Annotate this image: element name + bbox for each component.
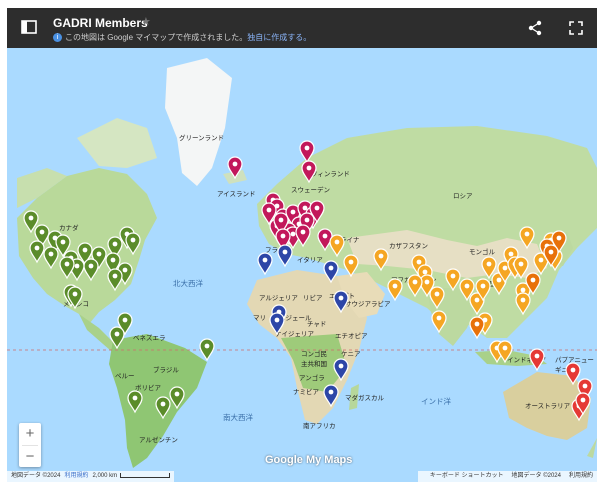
map-pin-orange[interactable]	[429, 286, 445, 310]
map-pin-red[interactable]	[565, 362, 581, 386]
terms-link[interactable]: 利用規約	[64, 473, 88, 479]
map-pin-green[interactable]	[107, 268, 123, 292]
zoom-control: + −	[19, 423, 41, 467]
map-subtitle: i この地図は Google マイマップで作成されました。独自に作成する。	[53, 32, 311, 43]
create-own-link[interactable]: 独自に作成する。	[247, 33, 311, 42]
map-pin-orange[interactable]	[329, 234, 345, 258]
scale-label: 2,000 km	[92, 473, 118, 479]
zoom-in-button[interactable]: +	[19, 423, 41, 445]
map-pin-deep_orange[interactable]	[469, 316, 485, 340]
map-pin-red[interactable]	[529, 348, 545, 372]
keyboard-shortcuts-link[interactable]: キーボード ショートカット	[430, 473, 504, 479]
map-pin-navy[interactable]	[269, 312, 285, 336]
map-pin-orange[interactable]	[373, 248, 389, 272]
terms-right-link[interactable]: 利用規約	[569, 473, 593, 479]
map-pin-orange[interactable]	[407, 274, 423, 298]
fullscreen-icon[interactable]	[569, 21, 583, 35]
map-pin-green[interactable]	[29, 240, 45, 264]
map-title: GADRI Members	[53, 16, 148, 30]
map-pin-green[interactable]	[109, 326, 125, 350]
map-pin-magenta[interactable]	[295, 224, 311, 248]
map-pin-magenta[interactable]	[301, 160, 317, 184]
scale-bar	[120, 472, 171, 478]
map-pin-navy[interactable]	[323, 260, 339, 284]
map-pin-navy[interactable]	[333, 290, 349, 314]
map-header: GADRI Members ★ i この地図は Google マイマップで作成され…	[7, 8, 597, 48]
map-pin-green[interactable]	[127, 390, 143, 414]
map-pin-orange[interactable]	[519, 226, 535, 250]
map-data-right-text: 地図データ ©2024	[511, 473, 561, 479]
map-frame[interactable]: グリーンランド アイスランド フィンランド スウェーデン ロシア カナダ カザフ…	[7, 8, 597, 482]
map-pin-green[interactable]	[83, 258, 99, 282]
attribution-left: 地図データ ©2024 利用規約 2,000 km	[7, 471, 175, 482]
map-pin-orange[interactable]	[497, 340, 513, 364]
map-pin-navy[interactable]	[323, 384, 339, 408]
map-pin-green[interactable]	[125, 232, 141, 256]
map-pin-orange[interactable]	[343, 254, 359, 278]
google-my-maps-logo: Google My Maps	[265, 454, 353, 466]
map-pin-green[interactable]	[43, 246, 59, 270]
map-pin-magenta[interactable]	[227, 156, 243, 180]
zoom-out-button[interactable]: −	[19, 446, 41, 468]
map-pin-orange[interactable]	[515, 292, 531, 316]
map-pin-green[interactable]	[169, 386, 185, 410]
star-icon[interactable]: ★	[141, 15, 151, 28]
map-pin-green[interactable]	[199, 338, 215, 362]
map-pin-navy[interactable]	[257, 252, 273, 276]
attribution-right: キーボード ショートカット 地図データ ©2024 利用規約	[417, 471, 597, 482]
subtitle-text: この地図は Google マイマップで作成されました。	[65, 33, 248, 42]
pins-layer	[23, 140, 593, 422]
map-pin-green[interactable]	[155, 396, 171, 420]
sidebar-toggle-icon[interactable]	[21, 20, 37, 34]
map-pin-navy[interactable]	[333, 358, 349, 382]
map-pin-green[interactable]	[59, 256, 75, 280]
map-pin-orange[interactable]	[431, 310, 447, 334]
map-pin-orange[interactable]	[445, 268, 461, 292]
map-pin-magenta[interactable]	[299, 140, 315, 164]
map-pin-orange[interactable]	[387, 278, 403, 302]
share-icon[interactable]	[527, 20, 543, 36]
map-data-text: 地図データ ©2024	[11, 473, 61, 479]
map-pin-navy[interactable]	[277, 244, 293, 268]
info-icon: i	[53, 33, 62, 43]
